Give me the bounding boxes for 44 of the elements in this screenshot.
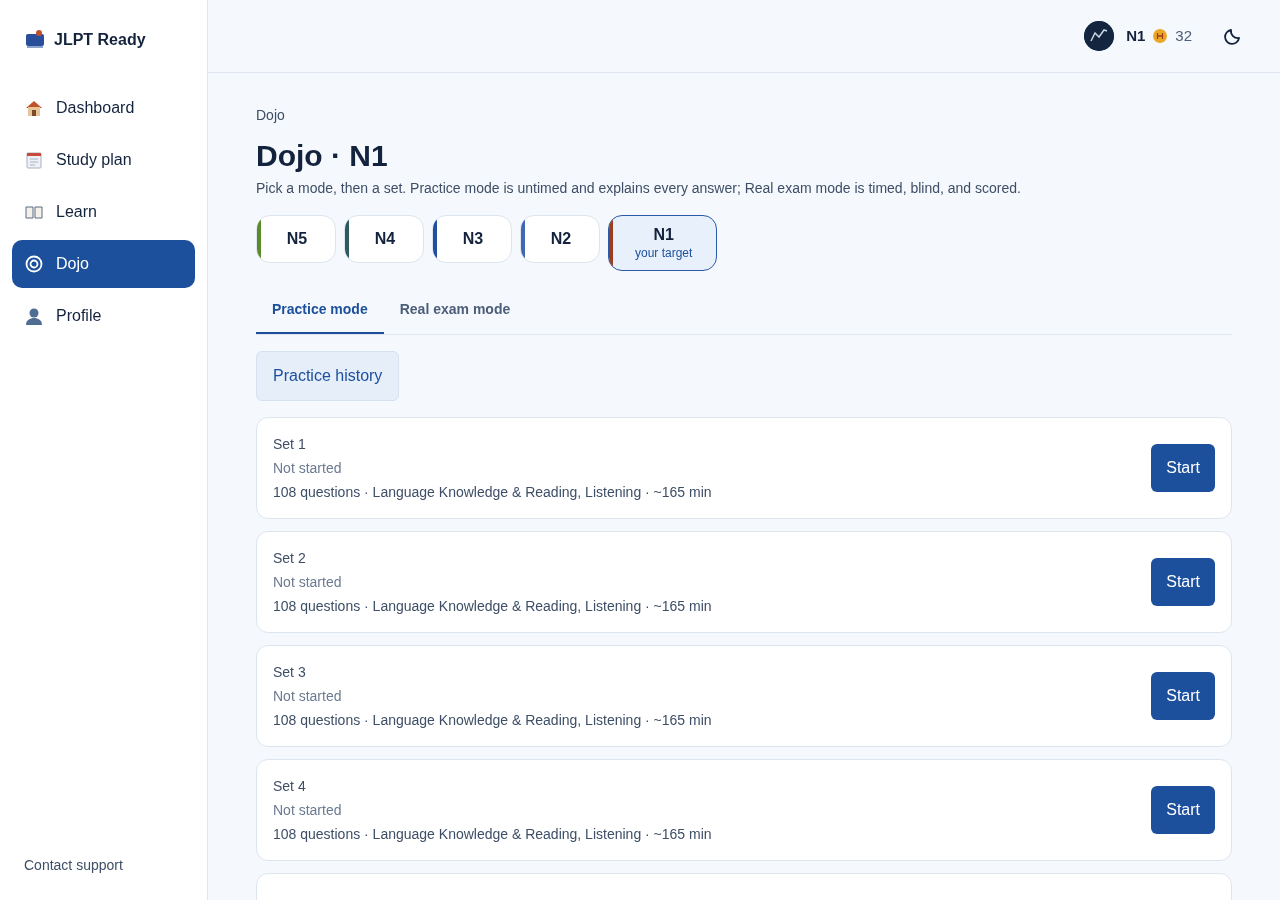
- mode-tab[interactable]: Practice mode: [256, 287, 384, 334]
- sidebar-item[interactable]: Dashboard: [12, 84, 195, 132]
- set-status: Not started: [273, 459, 343, 478]
- logo-icon: [24, 30, 46, 50]
- level-label: N1: [1126, 25, 1146, 46]
- start-button[interactable]: Start: [1151, 558, 1215, 606]
- person-icon: [24, 306, 44, 326]
- start-button[interactable]: Start: [1151, 444, 1215, 492]
- set-title: Set 1: [273, 435, 307, 454]
- page-title: Dojo · N1: [256, 138, 389, 174]
- page-description: Pick a mode, then a set. Practice mode is untimed and explains every answer; Real exam mode is timed, blind, and scored.: [256, 179, 1022, 198]
- set-title: Set 3: [273, 663, 307, 682]
- moon-icon[interactable]: [1224, 27, 1242, 45]
- target-icon: [24, 254, 44, 274]
- mode-tab[interactable]: Real exam mode: [383, 287, 527, 334]
- house-icon: [24, 98, 44, 118]
- set-status: Not started: [273, 801, 343, 820]
- set-status: Not started: [273, 573, 343, 592]
- app-name: JLPT Ready: [54, 30, 146, 50]
- contact-support-link[interactable]: Contact support: [24, 857, 123, 873]
- practice-history-button[interactable]: Practice history: [256, 351, 400, 401]
- coin-count: 32: [1175, 25, 1192, 46]
- avatar-icon[interactable]: [1084, 21, 1115, 51]
- set-details: 108 questions · Language Knowledge & Reading, Listening · ~165 min: [273, 597, 713, 616]
- set-details: 108 questions · Language Knowledge & Reading, Listening · ~165 min: [273, 711, 713, 730]
- start-button[interactable]: Start: [1151, 672, 1215, 720]
- set-details: 108 questions · Language Knowledge & Reading, Listening · ~165 min: [273, 825, 713, 844]
- level-button[interactable]: N4: [344, 215, 424, 263]
- start-button[interactable]: Start: [1151, 786, 1215, 834]
- calendar-icon: [24, 150, 44, 170]
- sidebar-item[interactable]: Study plan: [12, 136, 195, 184]
- sidebar-item[interactable]: Dojo: [12, 240, 195, 288]
- coin-icon: [1153, 29, 1168, 43]
- level-button[interactable]: N2: [520, 215, 600, 263]
- set-status: Not started: [273, 687, 343, 706]
- level-button[interactable]: N5: [256, 215, 336, 263]
- sidebar-item[interactable]: Profile: [12, 292, 195, 340]
- level-button[interactable]: N1 your target: [608, 215, 718, 271]
- level-button[interactable]: N3: [432, 215, 512, 263]
- set-title: Set 4: [273, 777, 307, 796]
- breadcrumb: Dojo: [256, 106, 286, 125]
- sidebar-item[interactable]: Learn: [12, 188, 195, 236]
- set-details: 108 questions · Language Knowledge & Reading, Listening · ~165 min: [273, 483, 713, 502]
- set-title: Set 2: [273, 549, 307, 568]
